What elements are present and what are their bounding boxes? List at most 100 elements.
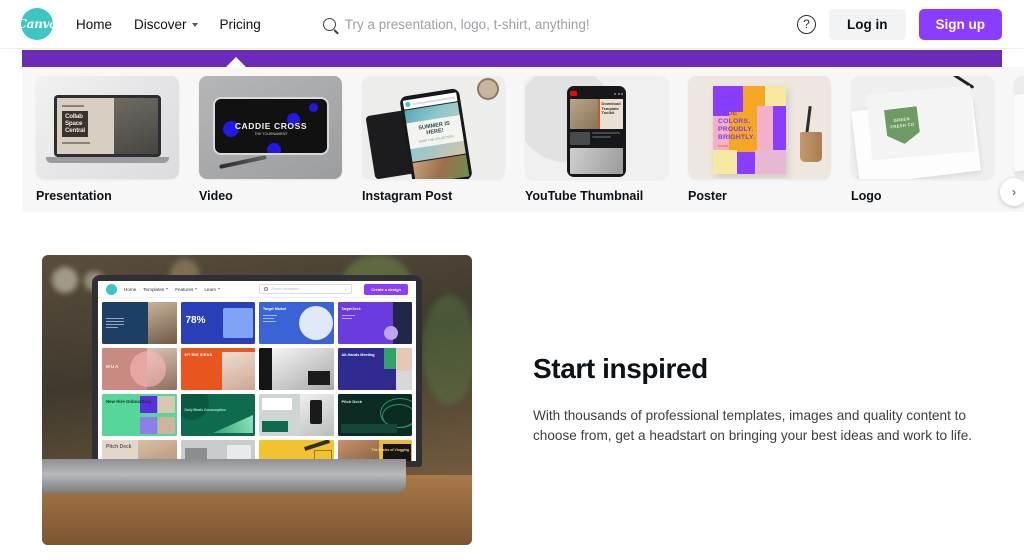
inner-nav-templates[interactable]: Templates (143, 287, 169, 292)
template-tile[interactable]: MUA (102, 348, 177, 390)
top-navigation-bar: Canva Home Discover Pricing Try a presen… (0, 0, 1024, 49)
template-tile[interactable]: Pitch Deck (102, 440, 177, 461)
inner-app-navbar: Home Templates Features Learn Search tem… (98, 281, 416, 298)
cup-prop-icon (800, 132, 822, 162)
laptop-mockup: Collab Space Central (54, 95, 161, 157)
help-icon[interactable]: ? (797, 14, 816, 34)
inner-nav-features-label: Features (175, 286, 194, 292)
chevron-down-icon (166, 288, 169, 290)
template-tile[interactable] (259, 394, 334, 436)
template-tile[interactable]: The Basics of Vlogging (337, 440, 412, 461)
template-tile[interactable]: New Hire Onboarding (102, 394, 177, 436)
active-tab-notch-icon (225, 57, 247, 68)
category-carousel: Collab Space Central Presentation CADDIE… (22, 67, 1024, 212)
category-thumbnail-video[interactable]: CADDIE CROSS THE TOURNAMENT (199, 76, 342, 179)
youtube-logo-icon (570, 91, 577, 96)
poster-art-text: SHOW YOUR TRUE COLORS. PROUDLY. BRIGHTLY… (718, 94, 755, 143)
poster-line2: YOUR (718, 102, 739, 110)
category-item-poster[interactable]: SHOW YOUR TRUE COLORS. PROUDLY. BRIGHTLY… (688, 76, 831, 203)
create-a-design-button[interactable]: Create a design (364, 283, 408, 295)
hero-paragraph: With thousands of professional templates… (533, 408, 973, 443)
category-item-video[interactable]: CADDIE CROSS THE TOURNAMENT Video (199, 76, 342, 203)
template-tile-title: Target Deck (341, 307, 361, 311)
template-tile[interactable] (102, 302, 177, 344)
template-tile[interactable]: Target Market (259, 302, 334, 344)
help-icon-glyph: ? (803, 17, 810, 31)
category-item-presentation[interactable]: Collab Space Central Presentation (36, 76, 179, 203)
laptop-base (46, 157, 169, 163)
presentation-art-line3: Central (65, 127, 85, 135)
canva-logo-icon (106, 283, 117, 295)
hero-image: Home Templates Features Learn Search tem… (42, 255, 472, 545)
category-thumbnail-poster[interactable]: SHOW YOUR TRUE COLORS. PROUDLY. BRIGHTLY… (688, 76, 831, 179)
inner-nav-learn[interactable]: Learn (204, 287, 221, 292)
presentation-art-line1: Collab (65, 113, 83, 120)
category-item-youtube-thumbnail[interactable]: Download Template Toolkit YouTube Thumbnai… (525, 76, 668, 203)
template-tile-title: Pitch Deck (106, 444, 132, 450)
hero-heading: Start inspired (533, 353, 708, 384)
nav-item-discover-label: Discover (134, 16, 187, 32)
template-tile[interactable]: MY BIG IDEAS (180, 348, 255, 390)
laptop-keyboard-base (42, 459, 406, 493)
poster-line4: COLORS. (718, 118, 751, 126)
canva-logo[interactable]: Canva (17, 8, 57, 40)
template-tile[interactable] (180, 440, 255, 461)
template-tile-title: New Hire Onboarding (106, 399, 151, 404)
template-tile-title: Target Market (263, 307, 287, 311)
hero-copy: Start inspired With thousands of profess… (533, 353, 1003, 446)
poster-mockup: SHOW YOUR TRUE COLORS. PROUDLY. BRIGHTLY… (713, 86, 786, 174)
inner-search-input[interactable]: Search templates × (259, 284, 353, 294)
log-in-button[interactable]: Log in (829, 8, 906, 40)
template-tile-title: MUA (106, 364, 120, 369)
category-label-logo: Logo (851, 189, 882, 203)
template-tile[interactable]: 78% (180, 302, 255, 344)
template-tile[interactable]: All-Hands Meeting (337, 348, 412, 390)
paper-prop (1014, 84, 1024, 172)
envelope-flap (866, 85, 976, 161)
phone-mockup: SUMMER IS HERE! SHOP THE COLLECTION (399, 87, 473, 179)
template-tile-title: MY BIG IDEAS (184, 352, 213, 357)
poster-line5: PROUDLY. (718, 126, 754, 134)
nav-item-home-label: Home (76, 16, 113, 32)
inner-nav-home[interactable]: Home (124, 287, 136, 292)
template-tile-title: All-Hands Meeting (341, 353, 375, 357)
poster-line3: TRUE (718, 110, 738, 118)
category-item-instagram-post[interactable]: SUMMER IS HERE! SHOP THE COLLECTION Inst… (362, 76, 505, 203)
sign-up-button[interactable]: Sign up (918, 8, 1002, 40)
category-label-youtube-thumbnail: YouTube Thumbnail (525, 189, 644, 203)
nav-item-pricing-label: Pricing (219, 16, 261, 32)
template-tile-title: Daily Meals Consumption (184, 408, 226, 412)
category-thumbnail-facebook[interactable] (1014, 76, 1024, 179)
category-thumbnail-logo[interactable]: GREEN FRESH CO (851, 76, 994, 179)
template-tile[interactable]: Daily Meals Consumption (180, 394, 255, 436)
carousel-next-button[interactable]: › (1000, 178, 1024, 206)
nav-item-pricing[interactable]: Pricing (220, 17, 261, 32)
chevron-down-icon (191, 23, 198, 27)
category-label-poster: Poster (688, 189, 727, 203)
search-box[interactable]: Try a presentation, logo, t-shirt, anyth… (322, 17, 590, 32)
template-tile[interactable]: VISUAL ARTS (259, 440, 334, 461)
canva-logo-text: Canva (17, 17, 57, 31)
poster-line1: SHOW (718, 94, 740, 101)
inner-nav-features[interactable]: Features (175, 286, 198, 292)
inner-nav-home-label: Home (124, 286, 137, 292)
category-thumbnail-presentation[interactable]: Collab Space Central (36, 76, 179, 179)
template-tile[interactable]: Target Deck (337, 302, 412, 344)
poster-footer: CANVA (718, 144, 729, 148)
category-thumbnail-instagram-post[interactable]: SUMMER IS HERE! SHOP THE COLLECTION (362, 76, 505, 179)
clear-icon[interactable]: × (345, 287, 347, 292)
template-tile-value: 78% (185, 315, 206, 326)
template-tile[interactable] (259, 348, 334, 390)
primary-nav-links: Home Discover Pricing (76, 17, 261, 32)
nav-item-discover[interactable]: Discover (134, 17, 198, 32)
template-tile[interactable]: Pitch Deck (337, 394, 412, 436)
category-label-instagram-post: Instagram Post (362, 189, 453, 203)
phone-mockup: CADDIE CROSS THE TOURNAMENT (213, 97, 329, 155)
category-thumbnail-youtube[interactable]: Download Template Toolkit (525, 76, 668, 179)
poster-line6: BRIGHTLY. (718, 134, 756, 142)
category-item-logo[interactable]: GREEN FRESH CO Logo (851, 76, 994, 203)
nav-item-home[interactable]: Home (76, 17, 112, 32)
search-input[interactable]: Try a presentation, logo, t-shirt, anyth… (345, 17, 590, 32)
watch-prop-icon (477, 78, 499, 100)
inner-search-placeholder: Search templates (271, 287, 300, 291)
